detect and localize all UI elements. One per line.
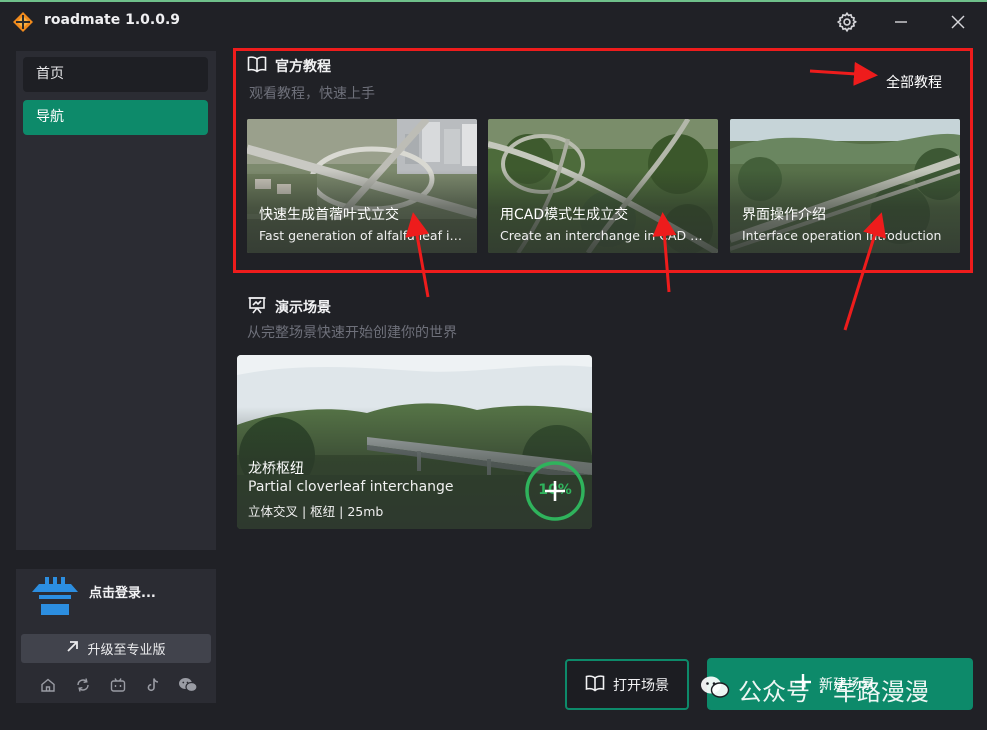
open-book-icon	[585, 674, 605, 696]
new-scene-button[interactable]: 新建场景	[707, 658, 973, 710]
arrow-up-right-icon	[66, 640, 79, 657]
roadmate-logo-icon	[12, 11, 34, 33]
tutorial-title-en: Create an interchange in CAD mode	[500, 228, 706, 243]
tutorial-title-cn: 用CAD模式生成立交	[500, 207, 629, 223]
upgrade-button[interactable]: 升级至专业版	[21, 634, 211, 663]
tutorial-title-cn: 界面操作介绍	[742, 207, 826, 223]
scene-title-en: Partial cloverleaf interchange	[248, 479, 454, 495]
tutorial-title-en: Interface operation introduction	[742, 228, 942, 243]
scene-meta: 立体交叉 | 枢纽 | 25mb	[248, 504, 384, 519]
tutorials-subtitle: 观看教程，快速上手	[249, 86, 375, 102]
all-tutorials-link[interactable]: 全部教程	[886, 72, 942, 92]
new-scene-label: 新建场景	[819, 677, 875, 693]
home-icon[interactable]	[38, 675, 58, 695]
tiktok-icon[interactable]	[143, 675, 163, 695]
arrow-to-all-tutorials	[809, 61, 878, 86]
settings-gear-icon[interactable]	[833, 8, 861, 36]
sidebar-item-home[interactable]: 首页	[23, 57, 208, 92]
minimize-icon[interactable]	[887, 8, 915, 36]
tutorial-card[interactable]: 界面操作介绍 Interface operation introduction	[730, 119, 960, 253]
scene-card[interactable]: 龙桥枢纽 Partial cloverleaf interchange 立体交叉…	[237, 355, 592, 529]
close-icon[interactable]	[944, 8, 972, 36]
presentation-board-icon	[247, 296, 267, 318]
login-link[interactable]: 点击登录...	[89, 582, 156, 601]
scenes-header: 演示场景	[247, 296, 331, 318]
open-book-icon	[247, 55, 267, 77]
sidebar: 首页 导航	[16, 51, 216, 550]
bilibili-icon[interactable]	[108, 675, 128, 695]
tutorials-title: 官方教程	[275, 59, 331, 75]
avatar[interactable]	[32, 577, 78, 617]
refresh-icon[interactable]	[73, 675, 93, 695]
scenes-subtitle: 从完整场景快速开始创建你的世界	[247, 325, 457, 341]
plus-icon	[793, 672, 813, 696]
add-scene-plus-icon[interactable]	[540, 476, 570, 506]
wechat-icon[interactable]	[178, 675, 198, 695]
open-scene-label: 打开场景	[613, 677, 669, 694]
app-title: roadmate 1.0.0.9	[44, 12, 181, 28]
social-links	[38, 675, 198, 695]
open-scene-button[interactable]: 打开场景	[565, 659, 689, 710]
tutorial-title-en: Fast generation of alfalfa leaf intercha…	[259, 228, 465, 243]
scenes-title: 演示场景	[275, 300, 331, 316]
tutorial-title-cn: 快速生成首蓿叶式立交	[259, 207, 399, 223]
upgrade-button-label: 升级至专业版	[87, 643, 166, 658]
sidebar-item-navigation[interactable]: 导航	[23, 100, 208, 135]
tutorial-card[interactable]: 用CAD模式生成立交 Create an interchange in CAD …	[488, 119, 718, 253]
tutorials-header: 官方教程	[247, 55, 331, 77]
scene-title-cn: 龙桥枢纽	[248, 461, 304, 477]
account-panel: 点击登录... 升级至专业版	[16, 569, 216, 703]
tutorial-card[interactable]: 快速生成首蓿叶式立交 Fast generation of alfalfa le…	[247, 119, 477, 253]
title-bar: roadmate 1.0.0.9	[0, 2, 987, 40]
